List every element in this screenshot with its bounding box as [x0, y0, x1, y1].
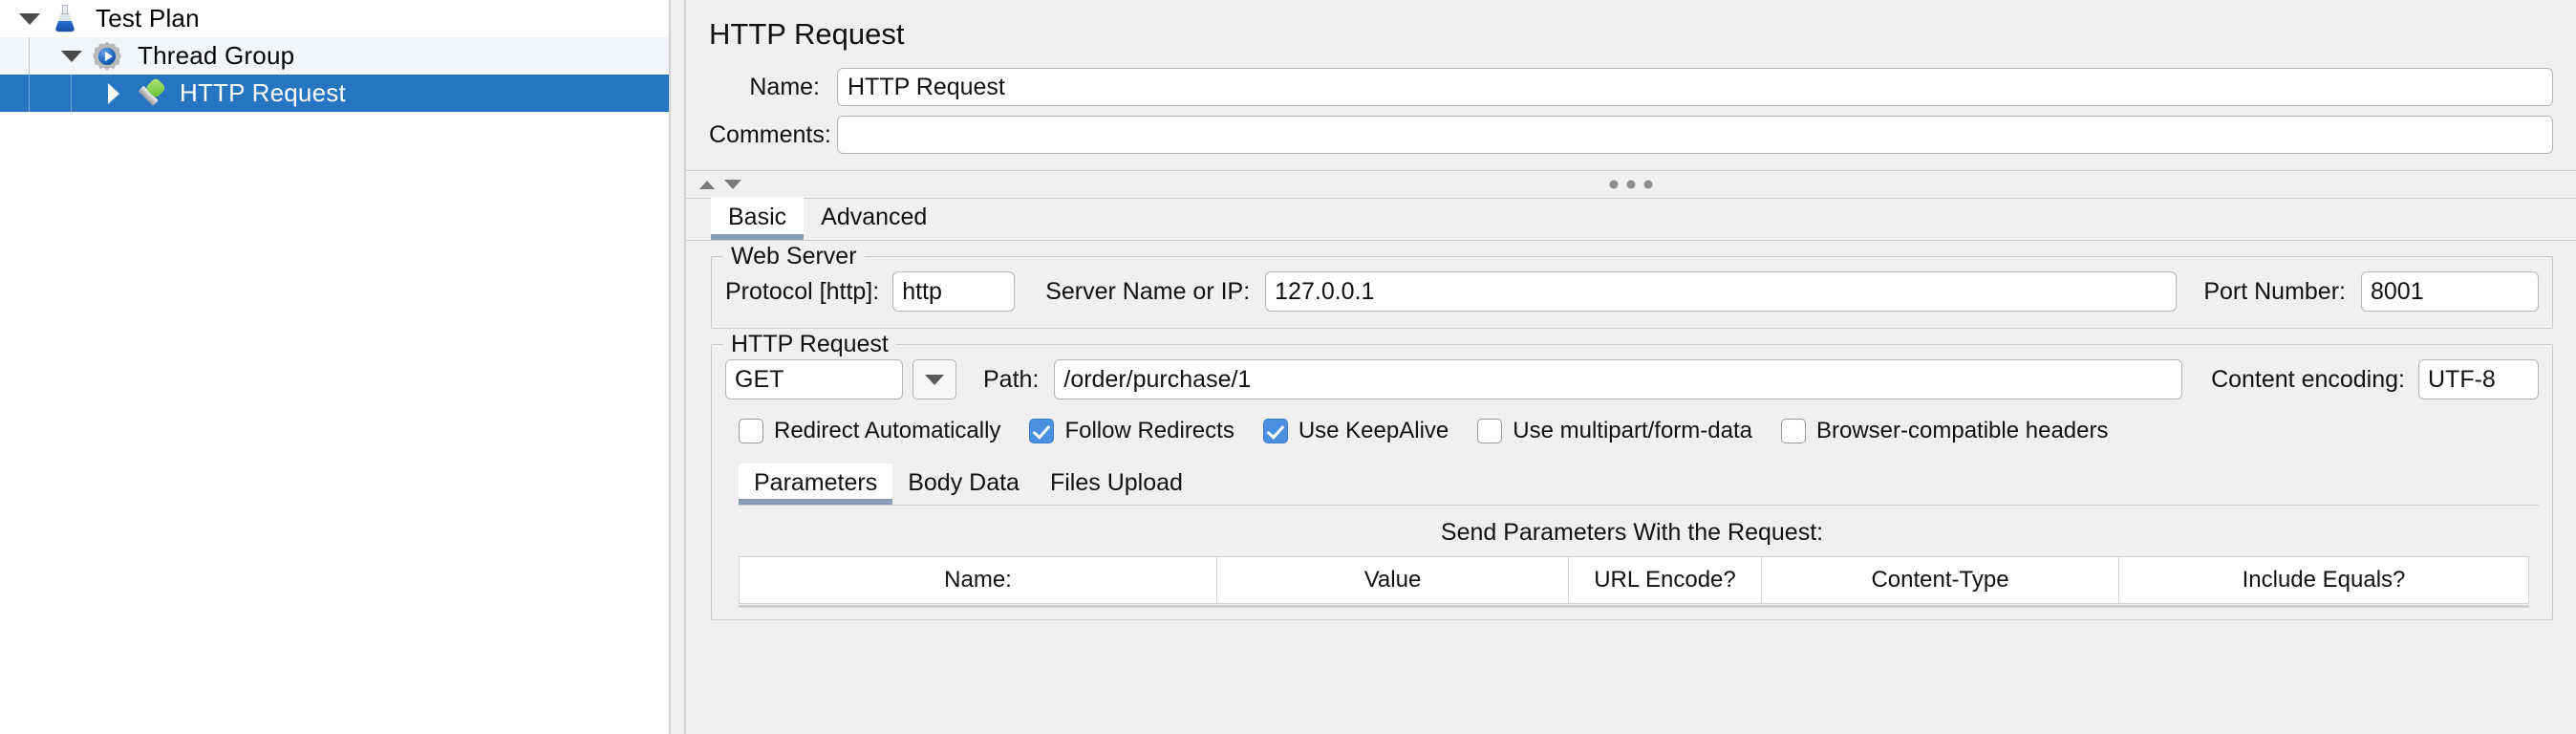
column-header-value[interactable]: Value — [1217, 557, 1569, 603]
checkbox-box[interactable] — [1477, 419, 1503, 443]
port-number-label: Port Number: — [2203, 277, 2346, 305]
tree-twisty-expanded-icon[interactable] — [55, 37, 88, 75]
http-request-method-row: GET Path: /order/purchase/1 Content enco… — [725, 355, 2539, 404]
checkbox-label: Use KeepAlive — [1298, 418, 1449, 443]
checkbox-box[interactable] — [1029, 419, 1055, 443]
comments-input[interactable] — [837, 116, 2553, 154]
checkbox-label: Redirect Automatically — [774, 418, 1001, 443]
http-options-row: Redirect Automatically Follow Redirects … — [739, 418, 2539, 444]
checkbox-label: Follow Redirects — [1064, 418, 1234, 443]
parameters-table-header: Name: Value URL Encode? Content-Type Inc… — [739, 556, 2529, 604]
content-encoding-label: Content encoding: — [2211, 365, 2405, 393]
flask-icon — [46, 0, 84, 37]
tree-guide-line — [71, 75, 72, 112]
comments-field-row: Comments: — [686, 113, 2576, 157]
checkbox-use-multipart-form-data[interactable]: Use multipart/form-data — [1477, 418, 1752, 444]
checkbox-follow-redirects[interactable]: Follow Redirects — [1029, 418, 1234, 444]
checkbox-use-keepalive[interactable]: Use KeepAlive — [1262, 418, 1449, 444]
server-name-label: Server Name or IP: — [1045, 277, 1251, 305]
gear-icon — [88, 37, 126, 75]
tab-parameters[interactable]: Parameters — [739, 464, 893, 505]
column-header-content-type[interactable]: Content-Type — [1762, 557, 2119, 603]
protocol-input[interactable]: http — [892, 271, 1016, 312]
tree-node-label: Thread Group — [138, 41, 295, 70]
checkbox-label: Browser-compatible headers — [1816, 418, 2109, 443]
tab-body-data[interactable]: Body Data — [892, 464, 1035, 505]
method-value[interactable]: GET — [725, 359, 903, 399]
tree-twisty-collapsed-icon[interactable] — [97, 75, 130, 112]
http-request-legend: HTTP Request — [723, 331, 896, 358]
jmeter-window: Test Plan Thread Group HTTP Request HTTP… — [0, 0, 2576, 734]
web-server-legend: Web Server — [723, 243, 865, 270]
http-request-group: HTTP Request GET Path: /order/purchase/1… — [711, 331, 2553, 620]
vertical-splitter[interactable] — [669, 0, 686, 734]
content-encoding-input[interactable]: UTF-8 — [2418, 359, 2539, 399]
path-input[interactable]: /order/purchase/1 — [1054, 359, 2183, 399]
path-label: Path: — [983, 365, 1040, 393]
tree-guide-line — [29, 75, 30, 112]
name-field-row: Name: HTTP Request — [686, 65, 2576, 109]
chevron-down-icon[interactable] — [912, 359, 956, 399]
collapse-down-icon[interactable] — [724, 180, 741, 189]
protocol-label: Protocol [http]: — [725, 277, 880, 305]
splitter-grip-icon — [1609, 180, 1653, 189]
tree-node-thread-group[interactable]: Thread Group — [0, 37, 669, 75]
send-parameters-title: Send Parameters With the Request: — [1440, 519, 1824, 546]
tree-node-label: Test Plan — [96, 4, 200, 32]
horizontal-splitter[interactable] — [686, 170, 2576, 199]
web-server-row: Protocol [http]: http Server Name or IP:… — [725, 267, 2539, 316]
tree-node-label: HTTP Request — [180, 78, 346, 107]
main-tab-bar[interactable]: Basic Advanced — [686, 197, 2576, 241]
tab-files-upload[interactable]: Files Upload — [1035, 464, 1198, 505]
tree-guide-line — [29, 37, 30, 75]
tree-twisty-expanded-icon[interactable] — [13, 0, 46, 37]
name-label: Name: — [749, 73, 820, 100]
checkbox-box[interactable] — [1781, 419, 1806, 443]
tree-node-test-plan[interactable]: Test Plan — [0, 0, 669, 37]
web-server-group: Web Server Protocol [http]: http Server … — [711, 243, 2553, 329]
checkbox-box[interactable] — [1262, 419, 1288, 443]
parameters-tab-bar[interactable]: Parameters Body Data Files Upload — [739, 464, 2539, 506]
collapse-up-icon[interactable] — [699, 180, 715, 189]
comments-label: Comments: — [709, 120, 831, 148]
tree-node-http-request[interactable]: HTTP Request — [0, 75, 669, 112]
column-header-include-equals[interactable]: Include Equals? — [2119, 557, 2528, 603]
checkbox-redirect-automatically[interactable]: Redirect Automatically — [739, 418, 1000, 444]
splitter-arrows[interactable] — [699, 180, 741, 189]
test-plan-tree[interactable]: Test Plan Thread Group HTTP Request — [0, 0, 669, 734]
page-title: HTTP Request — [709, 17, 905, 51]
checkbox-browser-compatible-headers[interactable]: Browser-compatible headers — [1781, 418, 2108, 444]
tab-basic[interactable]: Basic — [711, 197, 805, 240]
checkbox-label: Use multipart/form-data — [1513, 418, 1752, 443]
server-name-input[interactable]: 127.0.0.1 — [1265, 271, 2178, 312]
pipette-icon — [130, 75, 168, 112]
tab-advanced[interactable]: Advanced — [804, 197, 944, 240]
checkbox-box[interactable] — [739, 419, 763, 443]
column-header-name[interactable]: Name: — [740, 557, 1217, 603]
http-request-editor: HTTP Request Name: HTTP Request Comments… — [686, 0, 2576, 734]
name-input[interactable]: HTTP Request — [837, 68, 2553, 106]
column-header-url-encode[interactable]: URL Encode? — [1569, 557, 1762, 603]
method-combo[interactable]: GET — [725, 359, 956, 399]
port-number-input[interactable]: 8001 — [2361, 271, 2539, 312]
parameters-table-body[interactable] — [739, 604, 2529, 608]
